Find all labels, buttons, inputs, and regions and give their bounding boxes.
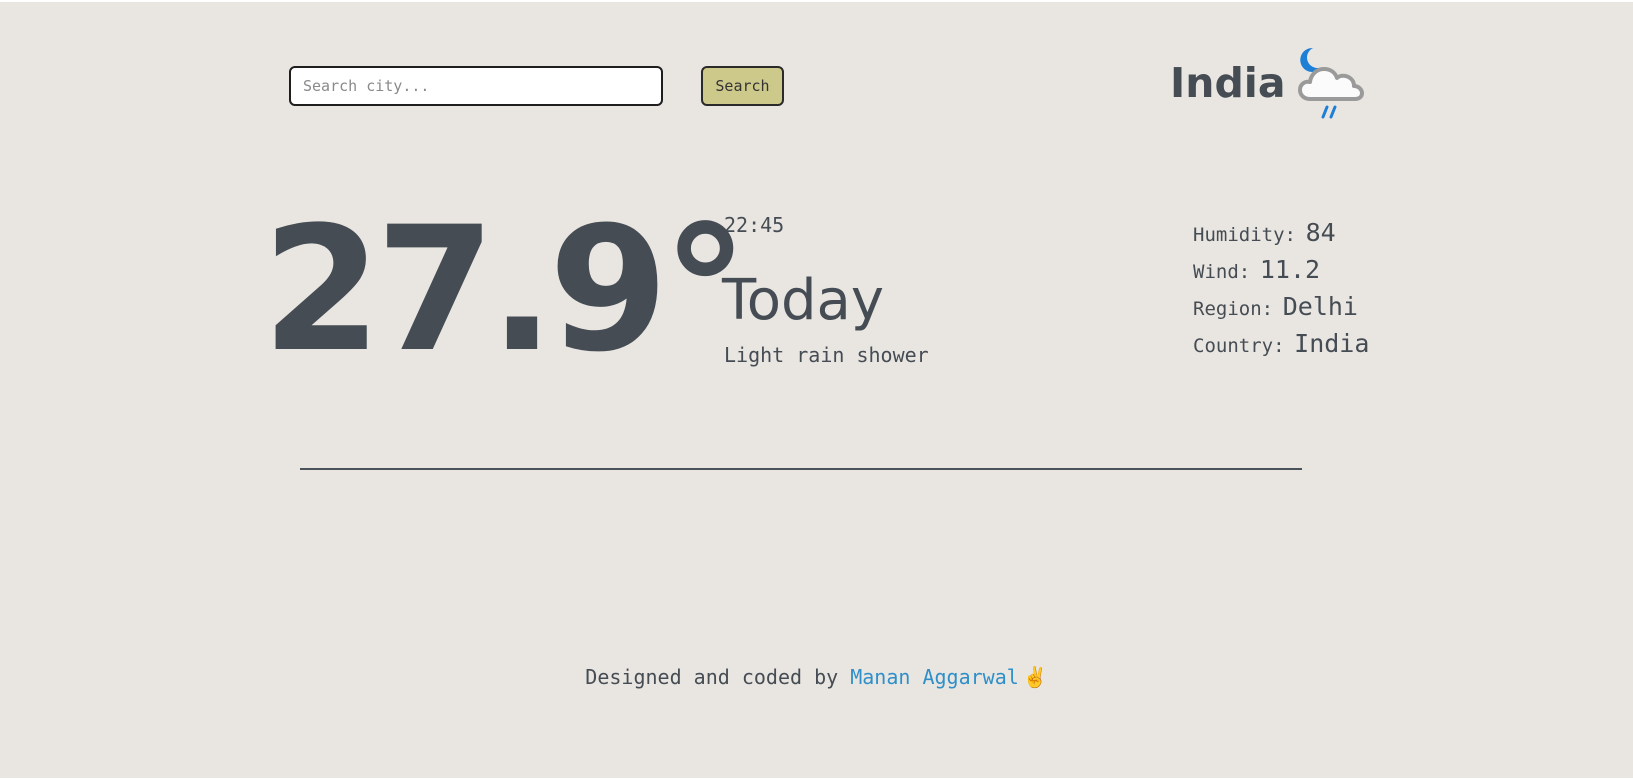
- author-link[interactable]: Manan Aggarwal: [850, 665, 1019, 689]
- humidity-value: 84: [1305, 218, 1336, 247]
- search-input[interactable]: [289, 66, 663, 106]
- search-button[interactable]: Search: [701, 66, 784, 106]
- footer: Designed and coded by Manan Aggarwal ✌️: [0, 662, 1633, 692]
- wind-label: Wind:: [1193, 261, 1251, 283]
- footer-credit-text: Designed and coded by: [585, 665, 839, 689]
- moon-cloud-rain-icon: [1298, 47, 1364, 119]
- victory-hand-icon: ✌️: [1022, 665, 1048, 689]
- weather-stats: Humidity: 84 Wind: 11.2 Region: Delhi Co…: [1193, 218, 1369, 366]
- day-label: Today: [722, 268, 884, 333]
- region-value: Delhi: [1282, 292, 1358, 321]
- weather-condition: Light rain shower: [724, 343, 929, 367]
- wind-row: Wind: 11.2: [1193, 255, 1369, 292]
- country-row: Country: India: [1193, 329, 1369, 366]
- region-label: Region:: [1193, 298, 1274, 320]
- location-title: India: [1170, 59, 1286, 107]
- humidity-row: Humidity: 84: [1193, 218, 1369, 255]
- local-time: 22:45: [724, 213, 785, 237]
- wind-value: 11.2: [1259, 255, 1321, 284]
- country-label: Country:: [1193, 335, 1285, 357]
- region-row: Region: Delhi: [1193, 292, 1369, 329]
- weather-app: Search India 27.9° 22:45 Today Light rai…: [0, 2, 1633, 778]
- divider: [300, 468, 1302, 470]
- country-value: India: [1294, 329, 1370, 358]
- temperature-value: 27.9°: [262, 189, 748, 390]
- humidity-label: Humidity:: [1193, 224, 1296, 246]
